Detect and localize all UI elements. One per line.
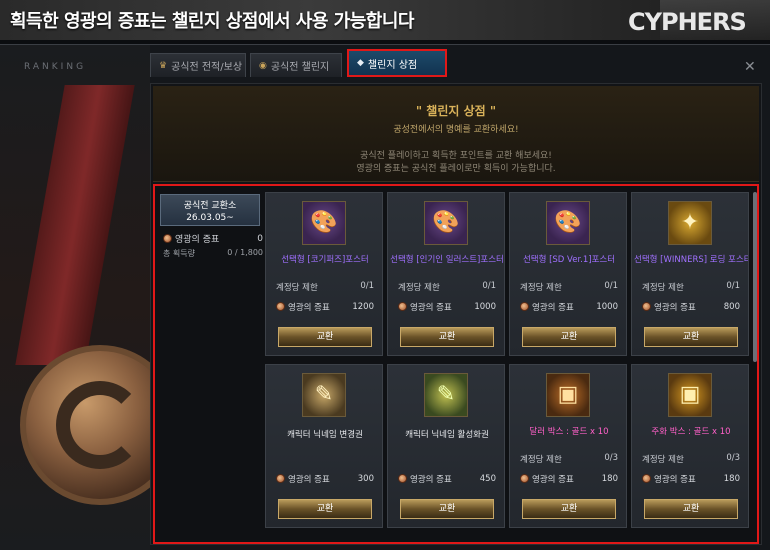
box-icon: ▣ [668, 373, 712, 417]
coin-icon [642, 302, 651, 311]
shop-header: " 챌린지 상점 " 공성전에서의 명예를 교환하세요! 공식전 플레이하고 획… [153, 86, 759, 182]
purchase-limit: 계정당 제한 0/3 [520, 453, 618, 465]
item-name: 캐릭터 닉네임 변경권 [287, 430, 363, 440]
purchase-limit: 계정당 제한 0/3 [642, 453, 740, 465]
item-card: 🎨 선택형 [SD Ver.1]포스터 계정당 제한 0/1 영광의 증표 1000… [509, 192, 627, 356]
currency-label: 영광의 증표 [175, 235, 220, 245]
currency-value: 0 [257, 233, 263, 244]
ranking-label: RANKING [24, 62, 87, 72]
exchange-name: 공식전 교환소 [183, 201, 237, 211]
shop-title: " 챌린지 상점 " [415, 104, 497, 118]
tab-record-reward[interactable]: ♛ 공식전 전적/보상 [150, 53, 246, 77]
ticket-icon: ✎ [424, 373, 468, 417]
total-value: 0 / 1,800 [227, 248, 263, 257]
item-card: ▣ 달러 박스 : 골드 x 10 계정당 제한 0/3 영광의 증표 180 교환 [509, 364, 627, 528]
winners-icon: ✦ [668, 201, 712, 245]
medal-ribbon [15, 85, 135, 365]
item-name: 주화 박스 : 골드 x 10 [651, 427, 731, 437]
exchange-button[interactable]: 교환 [522, 499, 616, 519]
tab-label: 공식전 전적/보상 [171, 62, 243, 73]
shop-content: " 챌린지 상점 " 공성전에서의 명예를 교환하세요! 공식전 플레이하고 획… [150, 83, 762, 545]
left-panel: RANKING [0, 45, 150, 550]
item-name: 선택형 [WINNERS] 로딩 포스터 [634, 255, 748, 265]
item-name: 선택형 [SD Ver.1]포스터 [522, 255, 616, 265]
total-label: 총 획득량 [163, 249, 195, 258]
shop-description-2: 영광의 증표는 공식전 플레이로만 획득이 가능합니다. [356, 164, 556, 174]
item-price: 영광의 증표 180 [520, 473, 618, 485]
tab-label: 챌린지 상점 [367, 59, 418, 71]
item-name: 달러 박스 : 골드 x 10 [529, 427, 609, 437]
purchase-limit: 계정당 제한 0/1 [398, 281, 496, 293]
tab-challenge-shop[interactable]: ◆ 챌린지 상점 [347, 49, 447, 77]
item-grid: 🎨 선택형 [코기퍼즈]포스터 계정당 제한 0/1 영광의 증표 1200 교환 … [265, 192, 757, 542]
item-card: ▣ 주화 박스 : 골드 x 10 계정당 제한 0/3 영광의 증표 180 교환 [631, 364, 749, 528]
item-card: 🎨 선택형 [코기퍼즈]포스터 계정당 제한 0/1 영광의 증표 1200 교환 [265, 192, 383, 356]
exchange-button[interactable]: 교환 [278, 499, 372, 519]
item-price: 영광의 증표 1200 [276, 301, 374, 313]
medal-icon: ◉ [259, 60, 267, 71]
currency-balance: 영광의 증표 0 [163, 232, 263, 245]
item-price: 영광의 증표 1000 [398, 301, 496, 313]
item-price: 영광의 증표 180 [642, 473, 740, 485]
palette-icon: 🎨 [546, 201, 590, 245]
coin-icon [276, 302, 285, 311]
item-price: 영광의 증표 450 [398, 473, 496, 485]
box-icon: ▣ [546, 373, 590, 417]
item-price: 영광의 증표 800 [642, 301, 740, 313]
scrollbar[interactable] [753, 192, 757, 362]
medal-image [20, 345, 150, 505]
item-card: 🎨 선택형 [인기인 일러스트]포스터 계정당 제한 0/1 영광의 증표 1000… [387, 192, 505, 356]
shop-description-1: 공식전 플레이하고 획득한 포인트를 교환 해보세요! [360, 151, 552, 161]
palette-icon: 🎨 [424, 201, 468, 245]
coin-icon [398, 474, 407, 483]
item-name: 선택형 [인기인 일러스트]포스터 [390, 255, 504, 265]
coin-icon [163, 234, 172, 243]
tab-label: 공식전 챌린지 [270, 62, 330, 73]
banner-title: 획득한 영광의 증표는 챌린지 상점에서 사용 가능합니다 [10, 11, 414, 32]
gem-icon: ◆ [357, 58, 364, 68]
purchase-limit: 계정당 제한 0/1 [276, 281, 374, 293]
item-card: ✎ 캐릭터 닉네임 변경권 영광의 증표 300 교환 [265, 364, 383, 528]
close-icon[interactable]: ✕ [744, 59, 756, 75]
exchange-button[interactable]: 교환 [644, 327, 738, 347]
trophy-icon: ♛ [159, 60, 168, 71]
exchange-selector-button[interactable]: 공식전 교환소 26.03.05~ [160, 194, 260, 226]
item-name: 선택형 [코기퍼즈]포스터 [281, 255, 369, 265]
total-earned: 총 획득량 0 / 1,800 [163, 248, 263, 259]
palette-icon: 🎨 [302, 201, 346, 245]
item-price: 영광의 증표 300 [276, 473, 374, 485]
exchange-button[interactable]: 교환 [644, 499, 738, 519]
shop-area: 공식전 교환소 26.03.05~ 영광의 증표 0 총 획득량 0 / 1,8… [153, 184, 759, 544]
item-name: 캐릭터 닉네임 활성화권 [405, 430, 489, 440]
cyphers-logo: CYPHERS [628, 8, 747, 36]
coin-icon [642, 474, 651, 483]
exchange-button[interactable]: 교환 [278, 327, 372, 347]
top-banner: 획득한 영광의 증표는 챌린지 상점에서 사용 가능합니다 CYPHERS [0, 0, 770, 40]
coin-icon [276, 474, 285, 483]
shop-window: RANKING ♛ 공식전 전적/보상 ◉ 공식전 챌린지 ◆ 챌린지 상점 ✕… [0, 44, 770, 550]
shop-subtitle: 공성전에서의 명예를 교환하세요! [393, 125, 519, 135]
item-card: ✎ 캐릭터 닉네임 활성화권 영광의 증표 450 교환 [387, 364, 505, 528]
purchase-limit: 계정당 제한 0/1 [520, 281, 618, 293]
coin-icon [520, 474, 529, 483]
exchange-button[interactable]: 교환 [400, 327, 494, 347]
tab-challenge[interactable]: ◉ 공식전 챌린지 [250, 53, 342, 77]
item-card: ✦ 선택형 [WINNERS] 로딩 포스터 계정당 제한 0/1 영광의 증표 8… [631, 192, 749, 356]
coin-icon [520, 302, 529, 311]
purchase-limit: 계정당 제한 0/1 [642, 281, 740, 293]
exchange-date: 26.03.05~ [186, 213, 234, 223]
item-price: 영광의 증표 1000 [520, 301, 618, 313]
coin-icon [398, 302, 407, 311]
ticket-icon: ✎ [302, 373, 346, 417]
exchange-button[interactable]: 교환 [400, 499, 494, 519]
exchange-button[interactable]: 교환 [522, 327, 616, 347]
